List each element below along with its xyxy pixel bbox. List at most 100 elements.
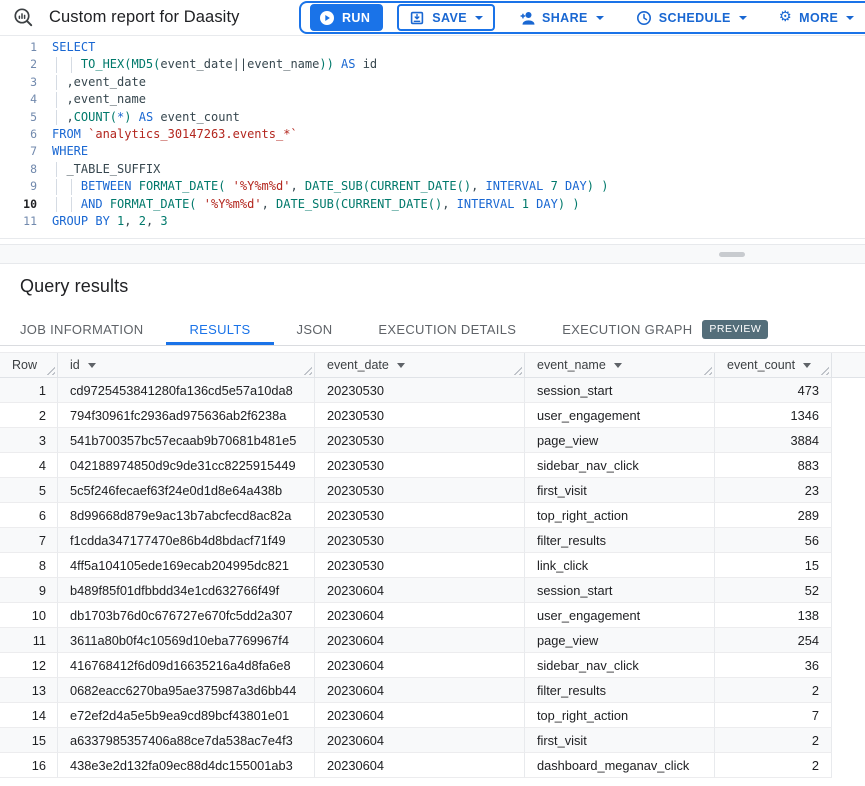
line-number: 5 xyxy=(0,109,37,126)
table-row: 7f1cdda347177470e86b4d8bdacf71f492023053… xyxy=(0,528,865,553)
sql-editor[interactable]: 1SELECT2 TO_HEX(MD5(event_date||event_na… xyxy=(0,36,865,239)
play-icon xyxy=(319,10,335,26)
cell-event_name: dashboard_meganav_click xyxy=(525,753,715,778)
table-row: 3541b700357bc57ecaab9b70681b481e52023053… xyxy=(0,428,865,453)
save-button[interactable]: SAVE xyxy=(397,4,495,31)
sort-caret-icon[interactable] xyxy=(88,363,96,368)
cell-fill xyxy=(832,453,865,478)
cell-row: 16 xyxy=(0,753,58,778)
schedule-button[interactable]: SCHEDULE xyxy=(627,4,756,31)
cell-event_date: 20230604 xyxy=(315,628,525,653)
cell-event_name: sidebar_nav_click xyxy=(525,653,715,678)
tab-execution-graph[interactable]: EXECUTION GRAPH PREVIEW xyxy=(539,314,791,345)
cell-event_name: sidebar_nav_click xyxy=(525,453,715,478)
share-button[interactable]: SHARE xyxy=(509,4,613,31)
cell-row: 5 xyxy=(0,478,58,503)
cell-event_count: 1346 xyxy=(715,403,832,428)
code-line[interactable]: 6FROM `analytics_30147263.events_*` xyxy=(0,126,865,143)
code-line[interactable]: 1SELECT xyxy=(0,39,865,56)
code-text: BETWEEN FORMAT_DATE( '%Y%m%d', DATE_SUB(… xyxy=(52,178,608,195)
gear-icon: ⚙ xyxy=(779,10,792,25)
column-header-event_name[interactable]: event_name xyxy=(525,353,715,377)
run-button[interactable]: RUN xyxy=(310,4,383,31)
more-button[interactable]: ⚙ MORE xyxy=(770,4,864,31)
indent-guide xyxy=(56,57,57,72)
cell-row: 14 xyxy=(0,703,58,728)
sort-caret-icon[interactable] xyxy=(614,363,622,368)
chevron-down-icon xyxy=(739,16,747,20)
cell-fill xyxy=(832,703,865,728)
cell-event_count: 36 xyxy=(715,653,832,678)
cell-row: 8 xyxy=(0,553,58,578)
code-text: AND FORMAT_DATE( '%Y%m%d', DATE_SUB(CURR… xyxy=(52,196,580,213)
cell-fill xyxy=(832,553,865,578)
code-line[interactable]: 3 ,event_date xyxy=(0,74,865,91)
preview-badge: PREVIEW xyxy=(702,320,768,339)
column-resize-handle[interactable] xyxy=(703,366,712,375)
cell-event_date: 20230530 xyxy=(315,403,525,428)
column-resize-handle[interactable] xyxy=(46,366,55,375)
code-line[interactable]: 10 AND FORMAT_DATE( '%Y%m%d', DATE_SUB(C… xyxy=(0,196,865,213)
indent-guide xyxy=(56,197,57,212)
cell-fill xyxy=(832,628,865,653)
column-header-event_date[interactable]: event_date xyxy=(315,353,525,377)
cell-event_count: 23 xyxy=(715,478,832,503)
cell-event_date: 20230604 xyxy=(315,753,525,778)
cell-event_name: user_engagement xyxy=(525,403,715,428)
cell-fill xyxy=(832,503,865,528)
table-row: 1cd9725453841280fa136cd5e57a10da82023053… xyxy=(0,378,865,403)
line-number: 9 xyxy=(0,178,37,195)
table-header-row: Rowidevent_dateevent_nameevent_count xyxy=(0,352,865,378)
code-text: ,event_name xyxy=(52,91,146,108)
cell-id: 042188974850d9c9de31cc8225915449 xyxy=(58,453,315,478)
toolbar: RUN SAVE xyxy=(299,1,865,34)
cell-event_count: 254 xyxy=(715,628,832,653)
code-line[interactable]: 5 ,COUNT(*) AS event_count xyxy=(0,109,865,126)
cell-event_name: page_view xyxy=(525,428,715,453)
column-header-id[interactable]: id xyxy=(58,353,315,377)
code-line[interactable]: 4 ,event_name xyxy=(0,91,865,108)
tab-results[interactable]: RESULTS xyxy=(166,314,273,345)
tab-execution-details[interactable]: EXECUTION DETAILS xyxy=(355,314,539,345)
column-resize-handle[interactable] xyxy=(303,366,312,375)
schedule-label: SCHEDULE xyxy=(659,11,731,25)
tab-job-information[interactable]: JOB INFORMATION xyxy=(20,314,166,345)
cell-id: a6337985357406a88ce7da538ac7e4f3 xyxy=(58,728,315,753)
cell-event_count: 7 xyxy=(715,703,832,728)
tab-json[interactable]: JSON xyxy=(274,314,356,345)
code-line[interactable]: 9 BETWEEN FORMAT_DATE( '%Y%m%d', DATE_SU… xyxy=(0,178,865,195)
column-label: event_date xyxy=(327,358,389,372)
column-resize-handle[interactable] xyxy=(513,366,522,375)
cell-fill xyxy=(832,578,865,603)
panel-resize-handle[interactable] xyxy=(719,252,745,257)
column-label: event_name xyxy=(537,358,606,372)
cell-row: 4 xyxy=(0,453,58,478)
sort-caret-icon[interactable] xyxy=(397,363,405,368)
cell-id: cd9725453841280fa136cd5e57a10da8 xyxy=(58,378,315,403)
query-icon xyxy=(13,7,34,28)
clock-icon xyxy=(636,10,652,26)
cell-event_date: 20230604 xyxy=(315,678,525,703)
tab-label: EXECUTION GRAPH xyxy=(562,322,692,337)
cell-event_name: top_right_action xyxy=(525,703,715,728)
cell-id: 8d99668d879e9ac13b7abcfecd8ac82a xyxy=(58,503,315,528)
column-resize-handle[interactable] xyxy=(820,366,829,375)
chevron-down-icon xyxy=(596,16,604,20)
code-line[interactable]: 2 TO_HEX(MD5(event_date||event_name)) AS… xyxy=(0,56,865,73)
sort-caret-icon[interactable] xyxy=(803,363,811,368)
code-line[interactable]: 7WHERE xyxy=(0,143,865,160)
cell-fill xyxy=(832,378,865,403)
cell-id: e72ef2d4a5e5b9ea9cd89bcf43801e01 xyxy=(58,703,315,728)
cell-event_name: session_start xyxy=(525,578,715,603)
code-line[interactable]: 8 _TABLE_SUFFIX xyxy=(0,161,865,178)
table-row: 15a6337985357406a88ce7da538ac7e4f3202306… xyxy=(0,728,865,753)
column-header-event_count[interactable]: event_count xyxy=(715,353,832,377)
cell-event_date: 20230604 xyxy=(315,578,525,603)
cell-id: b489f85f01dfbbdd34e1cd632766f49f xyxy=(58,578,315,603)
cell-id: 0682eacc6270ba95ae375987a3d6bb44 xyxy=(58,678,315,703)
cell-event_name: first_visit xyxy=(525,478,715,503)
table-row: 113611a80b0f4c10569d10eba7769967f4202306… xyxy=(0,628,865,653)
code-line[interactable]: 11GROUP BY 1, 2, 3 xyxy=(0,213,865,230)
cell-event_count: 15 xyxy=(715,553,832,578)
cell-id: 794f30961fc2936ad975636ab2f6238a xyxy=(58,403,315,428)
